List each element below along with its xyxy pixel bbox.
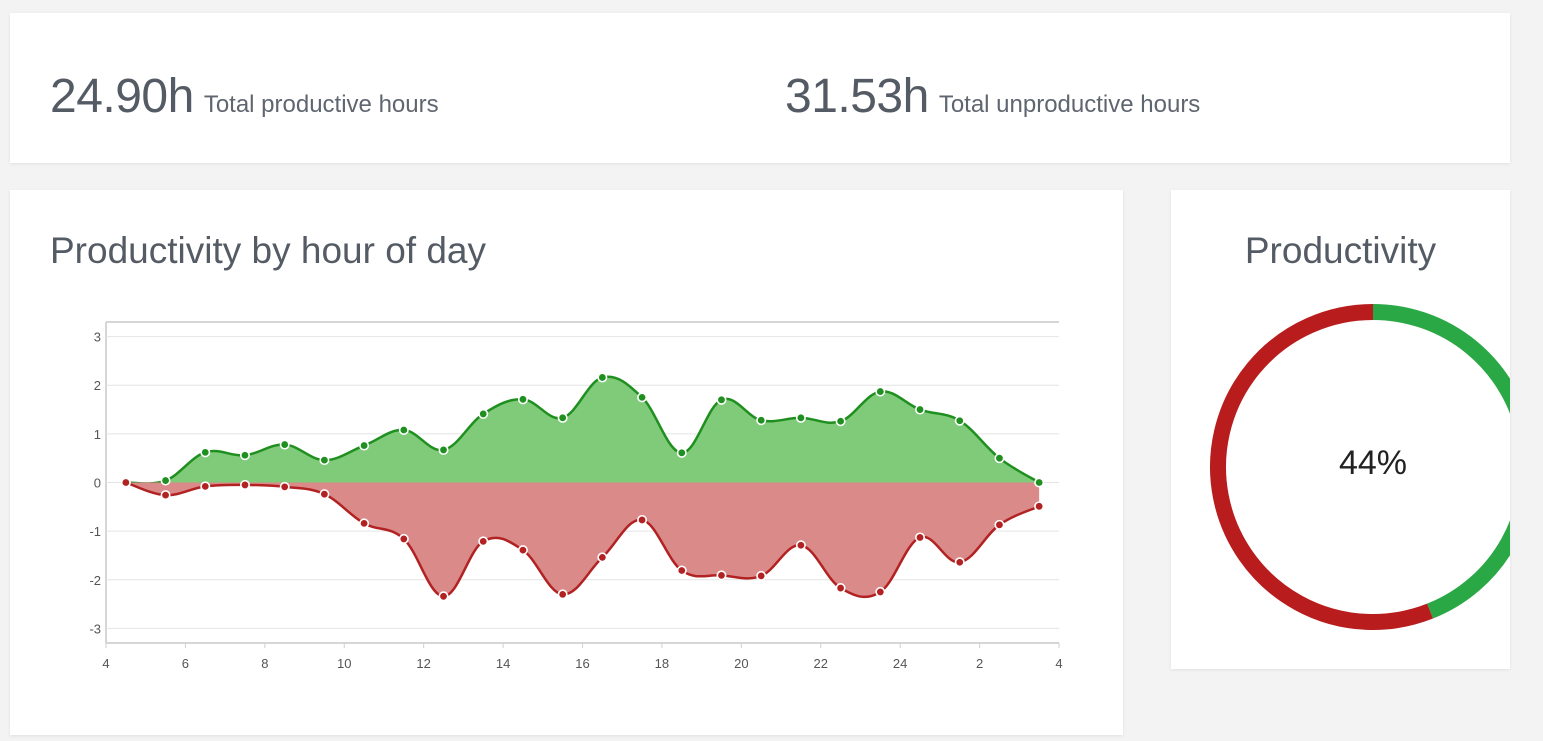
productive-point xyxy=(200,447,211,458)
y-tick-label: 0 xyxy=(94,476,101,491)
unproductive-point xyxy=(915,532,926,543)
unproductive-hours-stat: 31.53h Total unproductive hours xyxy=(785,69,1200,124)
unproductive-point xyxy=(597,552,608,563)
unproductive-hours-label: Total unproductive hours xyxy=(938,91,1201,118)
unproductive-point xyxy=(994,519,1005,530)
productive-point xyxy=(279,439,290,450)
x-tick-label: 4 xyxy=(102,656,109,671)
productive-point xyxy=(398,424,409,435)
unproductive-point xyxy=(478,536,489,547)
x-tick-label: 16 xyxy=(575,656,589,671)
unproductive-hours-value: 31.53h xyxy=(785,70,929,123)
y-tick-label: -3 xyxy=(89,621,101,636)
x-tick-label: 22 xyxy=(814,656,828,671)
productive-hours-label: Total productive hours xyxy=(203,91,439,118)
unproductive-point xyxy=(200,481,211,492)
unproductive-point xyxy=(756,570,767,581)
productive-point xyxy=(557,412,568,423)
unproductive-point xyxy=(716,570,727,581)
unproductive-point xyxy=(795,540,806,551)
unproductive-point xyxy=(835,583,846,594)
unproductive-point xyxy=(676,565,687,576)
productivity-donut-card: Productivity 44% xyxy=(1171,190,1510,669)
productive-point xyxy=(359,440,370,451)
x-tick-label: 6 xyxy=(182,656,189,671)
y-tick-label: 2 xyxy=(94,378,101,393)
unproductive-point xyxy=(557,589,568,600)
productive-point xyxy=(637,392,648,403)
productive-point xyxy=(676,447,687,458)
hourly-chart-card: Productivity by hour of day -3 -2 -1 0 1 2 3 4 6… xyxy=(10,190,1123,735)
productive-point xyxy=(994,453,1005,464)
unproductive-point xyxy=(517,545,528,556)
productive-point xyxy=(517,394,528,405)
unproductive-point xyxy=(438,591,449,602)
productive-point xyxy=(319,455,330,466)
productivity-donut xyxy=(1210,304,1510,630)
unproductive-point xyxy=(1034,501,1045,512)
productive-hours-value: 24.90h xyxy=(50,70,194,123)
unproductive-point xyxy=(398,533,409,544)
unproductive-point xyxy=(160,490,171,501)
y-tick-label: -1 xyxy=(89,524,101,539)
x-tick-label: 24 xyxy=(893,656,907,671)
x-tick-label: 8 xyxy=(261,656,268,671)
x-tick-label: 20 xyxy=(734,656,748,671)
productive-point xyxy=(438,444,449,455)
productive-point xyxy=(954,415,965,426)
unproductive-point xyxy=(279,481,290,492)
y-tick-label: 3 xyxy=(94,330,101,345)
unproductive-point xyxy=(239,479,250,490)
productive-point xyxy=(915,404,926,415)
x-tick-label: 4 xyxy=(1055,656,1062,671)
unproductive-point xyxy=(120,477,131,488)
productive-point xyxy=(1034,477,1045,488)
productive-point xyxy=(875,386,886,397)
donut-percent-label: 44% xyxy=(1338,444,1408,482)
x-tick-label: 18 xyxy=(655,656,669,671)
unproductive-point xyxy=(637,514,648,525)
summary-card: 24.90h Total productive hours 31.53h Total… xyxy=(10,13,1510,163)
x-tick-label: 10 xyxy=(337,656,351,671)
unproductive-point xyxy=(359,518,370,529)
productive-area xyxy=(125,376,1040,484)
productive-point xyxy=(795,412,806,423)
productive-point xyxy=(160,475,171,486)
y-tick-label: 1 xyxy=(94,427,101,442)
unproductive-point xyxy=(954,557,965,568)
x-tick-label: 14 xyxy=(496,656,510,671)
productive-point xyxy=(716,394,727,405)
productive-point xyxy=(835,416,846,427)
x-tick-label: 12 xyxy=(416,656,430,671)
y-tick-label: -2 xyxy=(89,573,101,588)
unproductive-point xyxy=(875,586,886,597)
productive-point xyxy=(239,450,250,461)
productive-point xyxy=(756,415,767,426)
x-tick-label: 2 xyxy=(976,656,983,671)
productive-point xyxy=(597,372,608,383)
productive-point xyxy=(478,408,489,419)
hourly-chart: -3-2-101234 6 8 10 12 14 16 18 20 22 24 2 4 xyxy=(89,321,1063,671)
unproductive-point xyxy=(319,489,330,500)
productive-hours-stat: 24.90h Total productive hours xyxy=(50,69,439,124)
